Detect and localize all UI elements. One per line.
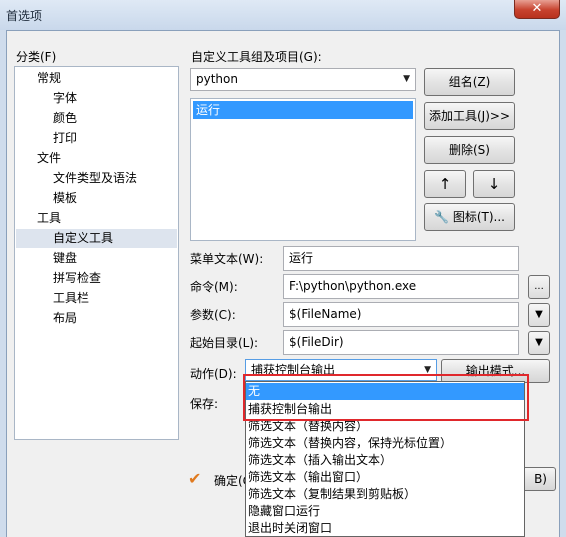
arrow-up-icon: ↑: [438, 175, 452, 193]
window-title: 首选项: [6, 9, 43, 23]
start-dir-menu-button[interactable]: ▼: [528, 331, 550, 355]
params-input[interactable]: $(FileName): [283, 302, 519, 327]
start-dir-input[interactable]: $(FileDir): [283, 330, 519, 355]
tool-list-item[interactable]: 运行: [193, 101, 413, 119]
tree-item-file-types[interactable]: 文件类型及语法: [53, 169, 137, 188]
dropdown-option[interactable]: 筛选文本（插入输出文本）: [248, 452, 392, 469]
dropdown-option[interactable]: 退出时关闭窗口: [248, 520, 332, 537]
command-input[interactable]: F:\python\python.exe: [283, 274, 519, 299]
add-tool-button[interactable]: 添加工具(J)>>: [424, 102, 515, 130]
triangle-down-icon: ▼: [535, 337, 543, 348]
wrench-icon: 🔧: [434, 210, 449, 224]
tree-item-spell-check[interactable]: 拼写检查: [53, 269, 101, 288]
tree-item-general[interactable]: 常规: [37, 69, 61, 88]
delete-button[interactable]: 删除(S): [424, 136, 515, 164]
icon-button[interactable]: 🔧 图标(T)...: [424, 203, 515, 231]
dropdown-option[interactable]: 筛选文本（复制结果到剪贴板）: [248, 486, 416, 503]
action-label: 动作(D):: [190, 367, 237, 381]
group-name-button[interactable]: 组名(Z): [424, 68, 515, 96]
close-button[interactable]: ✕: [514, 0, 560, 19]
category-label: 分类(F): [16, 50, 57, 64]
checkmark-icon: ✔: [188, 469, 202, 488]
move-up-button[interactable]: ↑: [424, 170, 466, 198]
save-label: 保存:: [190, 397, 219, 411]
tool-group-value: python: [196, 72, 238, 86]
chevron-down-icon: ▼: [403, 74, 410, 84]
tree-item-tools[interactable]: 工具: [37, 209, 61, 228]
command-label: 命令(M):: [190, 280, 238, 294]
tool-group-select[interactable]: python ▼: [190, 68, 416, 91]
tree-item-color[interactable]: 颜色: [53, 109, 77, 128]
close-icon: ✕: [531, 1, 543, 16]
move-down-button[interactable]: ↓: [473, 170, 515, 198]
start-dir-label: 起始目录(L):: [190, 336, 259, 350]
params-menu-button[interactable]: ▼: [528, 303, 550, 327]
tool-list[interactable]: 运行: [190, 98, 416, 241]
tree-item-file[interactable]: 文件: [37, 149, 61, 168]
menu-text-label: 菜单文本(W):: [190, 252, 264, 266]
tree-item-template[interactable]: 模板: [53, 189, 77, 208]
params-label: 参数(C):: [190, 308, 236, 322]
icon-button-label: 图标(T)...: [452, 210, 505, 224]
browse-button[interactable]: ...: [528, 275, 550, 299]
tree-item-custom-tools[interactable]: 自定义工具: [53, 229, 113, 248]
arrow-down-icon: ↓: [487, 175, 501, 193]
cancel-button-partial[interactable]: B): [520, 467, 556, 491]
tree-item-toolbar[interactable]: 工具栏: [53, 289, 89, 308]
tree-item-font[interactable]: 字体: [53, 89, 77, 108]
tree-item-print[interactable]: 打印: [53, 129, 77, 148]
title-bar: [0, 0, 566, 30]
dropdown-option[interactable]: 隐藏窗口运行: [248, 503, 320, 520]
menu-text-input[interactable]: 运行: [283, 246, 519, 271]
dropdown-option[interactable]: 筛选文本（替换内容，保持光标位置）: [248, 435, 452, 452]
dropdown-option[interactable]: 筛选文本（输出窗口）: [248, 469, 368, 486]
tree-item-keyboard[interactable]: 键盘: [53, 249, 77, 268]
annotation-box: [243, 374, 529, 421]
triangle-down-icon: ▼: [535, 309, 543, 320]
tree-item-layout[interactable]: 布局: [53, 309, 77, 328]
tool-group-label: 自定义工具组及项目(G):: [191, 50, 322, 64]
category-tree[interactable]: 常规 字体 颜色 打印 文件 文件类型及语法 模板 工具 自定义工具 键盘 拼写…: [14, 66, 179, 440]
